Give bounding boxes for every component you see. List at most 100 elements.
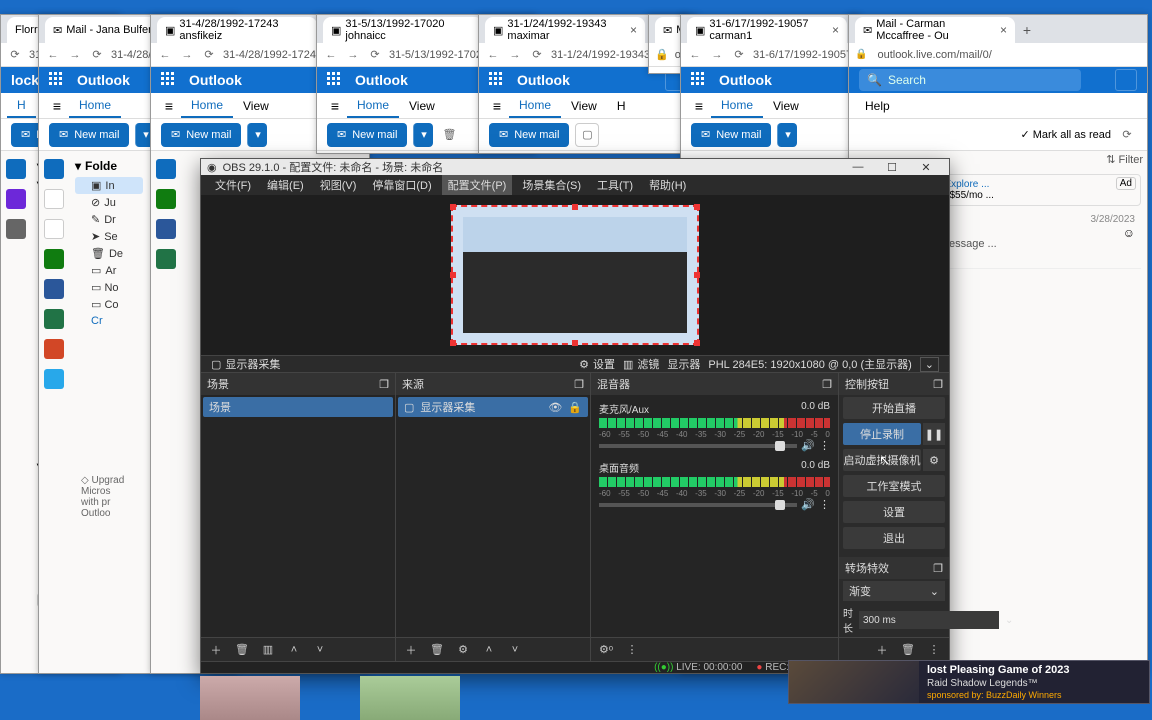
upgrade-promo[interactable]: ◇ UpgradMicroswith prOutloo: [75, 469, 143, 525]
speaker-icon[interactable]: 🔊: [801, 498, 815, 511]
popout-icon[interactable]: ❐: [933, 378, 943, 391]
pause-record-button[interactable]: ❚❚: [923, 423, 945, 445]
studio-mode-button[interactable]: 工作室模式: [843, 475, 945, 497]
move-up-button[interactable]: ˄: [285, 641, 303, 659]
app-launcher-icon[interactable]: [691, 72, 707, 88]
ppt-icon[interactable]: [44, 339, 64, 359]
menu-view[interactable]: 视图(V): [314, 175, 363, 195]
folder-inbox[interactable]: ▣ In: [75, 177, 143, 194]
folder-create[interactable]: Cr: [75, 313, 143, 329]
mail-icon[interactable]: [44, 159, 64, 179]
folder-notes[interactable]: ▭ No: [75, 279, 143, 296]
reload-icon[interactable]: ⟳: [89, 47, 105, 63]
obs-window[interactable]: ◉ OBS 29.1.0 - 配置文件: 未命名 - 场景: 未命名 — ☐ ✕…: [200, 158, 950, 674]
source-settings-button[interactable]: ⚙ 设置: [579, 356, 615, 372]
minimize-button[interactable]: —: [841, 161, 875, 174]
move-up-button[interactable]: ˄: [480, 641, 498, 659]
word-icon[interactable]: [44, 279, 64, 299]
maximize-button[interactable]: ☐: [875, 161, 909, 174]
folder-drafts[interactable]: ✎ Dr: [75, 211, 143, 228]
browser-tab[interactable]: ✉ Mail - Jana Bulfer: [45, 17, 160, 43]
stop-record-button[interactable]: 停止录制: [843, 423, 921, 445]
obs-preview[interactable]: [201, 195, 949, 355]
add-button[interactable]: ＋: [402, 641, 420, 659]
menu-dock[interactable]: 停靠窗口(D): [366, 175, 437, 195]
vcam-settings-button[interactable]: ⚙: [923, 449, 945, 471]
tab-home[interactable]: H: [7, 94, 36, 118]
reload-icon[interactable]: ⟳: [731, 47, 747, 63]
layouts-icon[interactable]: [1115, 69, 1137, 91]
browser-tab[interactable]: ▣ 31-4/28/1992-17243 ansfikeiz: [157, 17, 317, 43]
tab-home[interactable]: Home: [711, 94, 763, 118]
onedrive-icon[interactable]: [44, 369, 64, 389]
mark-all-read-button[interactable]: ✓ Mark all as read: [1020, 128, 1111, 141]
new-mail-button[interactable]: ✉ New mail: [691, 123, 771, 147]
duration-input[interactable]: [859, 611, 999, 629]
menu-help[interactable]: 帮助(H): [643, 175, 692, 195]
add-button[interactable]: ＋: [207, 641, 225, 659]
calendar-icon[interactable]: [44, 189, 64, 209]
tab-home[interactable]: Home: [69, 94, 121, 118]
people-icon[interactable]: [44, 219, 64, 239]
remove-button[interactable]: 🗑: [233, 641, 251, 659]
folder-deleted[interactable]: 🗑 De: [75, 245, 143, 262]
popout-icon[interactable]: ❐: [933, 562, 943, 575]
check-icon[interactable]: [44, 249, 64, 269]
tab-view[interactable]: View: [763, 95, 809, 117]
back-icon[interactable]: ←: [45, 47, 61, 63]
settings-button[interactable]: 设置: [843, 501, 945, 523]
close-icon[interactable]: ×: [630, 23, 637, 37]
move-down-button[interactable]: ˅: [506, 641, 524, 659]
folders-header[interactable]: ▾ Folde: [75, 159, 143, 173]
folder-junk[interactable]: ⊘ Ju: [75, 194, 143, 211]
folder-sent[interactable]: ➤ Se: [75, 228, 143, 245]
folder-archive[interactable]: ▭ Ar: [75, 262, 143, 279]
menu-file[interactable]: 文件(F): [209, 175, 257, 195]
source-row[interactable]: ▢ 显示器采集 👁 🔒: [398, 397, 588, 417]
source-filters-button[interactable]: ▥ 滤镜: [623, 356, 659, 372]
reload-icon[interactable]: ⟳: [7, 47, 23, 63]
more-icon[interactable]: ⋮: [819, 498, 830, 511]
app-launcher-icon[interactable]: [49, 72, 65, 88]
new-tab-button[interactable]: +: [1015, 17, 1039, 43]
exit-button[interactable]: 退出: [843, 527, 945, 549]
new-mail-button[interactable]: ✉ New mail: [49, 123, 129, 147]
preview-source[interactable]: [451, 205, 699, 345]
dropdown-icon[interactable]: ⌄: [920, 357, 939, 372]
popout-icon[interactable]: ❐: [822, 378, 832, 391]
scene-filters-button[interactable]: ▥: [259, 641, 277, 659]
trash-icon[interactable]: 🗑: [439, 125, 459, 145]
more-icon[interactable]: ⋮: [623, 641, 641, 659]
close-icon[interactable]: ×: [1000, 23, 1007, 37]
browser-tab[interactable]: ✉ Mail - Carman Mccaffree - Ou×: [855, 17, 1015, 43]
filter-button[interactable]: ⇅ Filter: [1106, 153, 1143, 166]
close-button[interactable]: ✕: [909, 161, 943, 174]
fwd-icon[interactable]: →: [67, 47, 83, 63]
obs-titlebar[interactable]: ◉ OBS 29.1.0 - 配置文件: 未命名 - 场景: 未命名 — ☐ ✕: [201, 159, 949, 175]
hamburger-icon[interactable]: ≡: [687, 98, 711, 114]
hamburger-icon[interactable]: ≡: [45, 98, 69, 114]
add-button[interactable]: ＋: [873, 641, 891, 659]
popout-icon[interactable]: ❐: [379, 378, 389, 391]
props-button[interactable]: ⚙: [454, 641, 472, 659]
menu-profile[interactable]: 配置文件(P): [442, 175, 513, 195]
transition-select[interactable]: 渐变⌄: [843, 581, 945, 601]
obs-menubar[interactable]: 文件(F) 编辑(E) 视图(V) 停靠窗口(D) 配置文件(P) 场景集合(S…: [201, 175, 949, 195]
folder-conv[interactable]: ▭ Co: [75, 296, 143, 313]
excel-icon[interactable]: [44, 309, 64, 329]
advanced-audio-button[interactable]: ⚙ᵒ: [597, 641, 615, 659]
more-icon[interactable]: ⋮: [925, 641, 943, 659]
menu-edit[interactable]: 编辑(E): [261, 175, 310, 195]
new-mail-caret[interactable]: ▾: [777, 123, 797, 147]
tab-help[interactable]: Help: [855, 95, 900, 117]
scene-row[interactable]: 场景: [203, 397, 393, 417]
smile-icon[interactable]: ☺: [1123, 226, 1135, 240]
start-stream-button[interactable]: 开始直播: [843, 397, 945, 419]
volume-slider[interactable]: [599, 444, 797, 448]
move-down-button[interactable]: ˅: [311, 641, 329, 659]
remove-button[interactable]: 🗑: [899, 641, 917, 659]
menu-scenes[interactable]: 场景集合(S): [516, 175, 587, 195]
speaker-icon[interactable]: 🔊: [801, 439, 815, 452]
lock-icon[interactable]: 🔒: [568, 401, 582, 414]
game-ad[interactable]: lost Pleasing Game of 2023 Raid Shadow L…: [788, 660, 1150, 704]
